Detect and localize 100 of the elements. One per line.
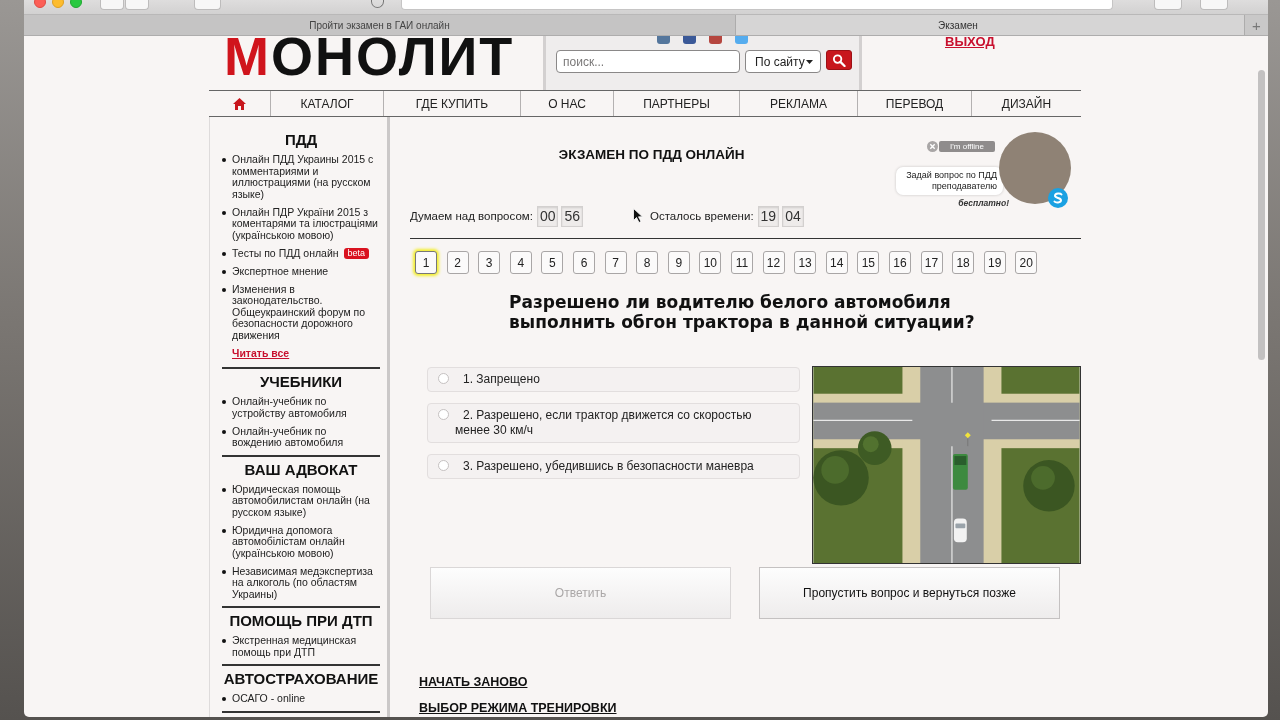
bullet-icon — [222, 528, 226, 533]
question-number-button[interactable]: 11 — [730, 251, 753, 274]
timer-label: Осталось времени: — [650, 210, 754, 222]
sidebar-link[interactable]: Онлайн-учебник по вождению автомобиля — [232, 425, 379, 449]
question-number-button[interactable]: 10 — [699, 251, 722, 274]
answer-option[interactable]: 2. Разрешено, если трактор движется со скоростью менее 30 км/ч — [427, 403, 800, 443]
caret-icon — [806, 59, 813, 64]
address-field[interactable] — [401, 0, 1113, 10]
scrollbar-thumb[interactable] — [1258, 70, 1265, 360]
question-number-button[interactable]: 1 — [415, 251, 437, 274]
bullet-icon — [222, 269, 226, 274]
skip-button[interactable]: Пропустить вопрос и вернуться позже — [759, 567, 1060, 619]
nav-link[interactable]: ПАРТНЕРЫ — [613, 91, 739, 116]
question-number-button[interactable]: 17 — [920, 251, 943, 274]
status-label: I'm offline — [939, 141, 995, 152]
question-number-button[interactable]: 9 — [667, 251, 690, 274]
read-all-link[interactable]: Читать все — [232, 347, 290, 359]
question-number-button[interactable]: 18 — [952, 251, 975, 274]
section-heading: ПДД — [283, 130, 319, 149]
section-heading: ВАШ АДВОКАТ — [243, 459, 359, 479]
close-icon[interactable] — [927, 141, 938, 152]
site-logo[interactable]: МОНОЛИТ — [224, 36, 515, 78]
sidebar-link[interactable]: Онлайн ПДР України 2015 з коментарями та ілюстраціями (українською мовою) — [232, 206, 379, 241]
question-number-button[interactable]: 19 — [983, 251, 1006, 274]
square-icon[interactable] — [657, 36, 670, 44]
radio-icon[interactable] — [438, 409, 449, 420]
tabs-button[interactable] — [1200, 0, 1228, 10]
radio-icon[interactable] — [438, 373, 449, 384]
free-note: бесплатно! — [958, 198, 1009, 208]
sidebar-link[interactable]: Изменения в законодательство. Общеукраинский форум по безопасности дорожного движения — [232, 283, 379, 341]
logout-link[interactable]: ВЫХОД — [945, 36, 995, 48]
question-number-button[interactable]: 3 — [478, 251, 501, 274]
timer-value: 04 — [782, 205, 804, 227]
bullet-icon — [222, 429, 226, 434]
sidebar-link[interactable]: Тесты по ПДД онлайн — [232, 247, 339, 259]
timer-value: 56 — [561, 205, 584, 227]
beta-badge: beta — [343, 247, 370, 259]
answer-option[interactable]: 1. Запрещено — [427, 367, 800, 392]
nav-link[interactable]: ДИЗАЙН — [971, 91, 1081, 116]
answer-option[interactable]: 3. Разрешено, убедившись в безопасности маневра — [427, 454, 800, 479]
radio-icon[interactable] — [438, 460, 449, 471]
browser-tab[interactable]: Экзамен — [736, 15, 1245, 35]
back-button[interactable] — [100, 0, 124, 10]
square-icon[interactable] — [709, 36, 722, 44]
exam-title: ЭКЗАМЕН ПО ПДД ОНЛАЙН — [557, 147, 746, 163]
tree — [1023, 460, 1075, 512]
nav-link[interactable]: ПЕРЕВОД — [857, 91, 971, 116]
nav-link[interactable]: КАТАЛОГ — [270, 91, 383, 116]
timer-label: Думаем над вопросом: — [410, 210, 533, 222]
bullet-icon — [222, 400, 226, 404]
restart-link[interactable]: НАЧАТЬ ЗАНОВО — [419, 675, 528, 689]
sidebar-link[interactable]: Онлайн ПДД Украины 2015 с комментариями и иллюстрациями (на русском языке) — [232, 154, 379, 200]
scope-dropdown[interactable]: По сайту — [745, 50, 821, 73]
bullet-icon — [222, 251, 226, 256]
square-icon[interactable] — [683, 36, 696, 44]
question-number-button[interactable]: 4 — [509, 251, 532, 274]
question-number-button[interactable]: 15 — [857, 251, 880, 274]
section-heading: АВТОСТРАХОВАНИЕ — [222, 669, 380, 688]
sidebar-link[interactable]: Юридична допомога автомобілістам онлайн (українською мовою) — [232, 524, 379, 559]
nav-link[interactable]: О НАС — [520, 91, 613, 116]
sidebar-link[interactable]: Экстренная медицинская помощь при ДТП — [232, 635, 379, 658]
question-number-button[interactable]: 12 — [762, 251, 785, 274]
question-number-button[interactable]: 7 — [604, 251, 627, 274]
chat-prompt[interactable]: Задай вопрос по ПДД преподавателю — [896, 167, 1003, 195]
sidebar-link[interactable]: Экспертное мнение — [232, 265, 329, 277]
browser-tab[interactable]: Пройти экзамен в ГАИ онлайн — [24, 15, 736, 35]
nav-link[interactable]: РЕКЛАМА — [739, 91, 857, 116]
square-icon[interactable] — [735, 36, 748, 44]
question-text: Разрешено ли водителю белого автомобиля выполнить обгон трактора в данной ситуации? — [509, 292, 976, 332]
search-button[interactable] — [826, 50, 852, 70]
question-number-button[interactable]: 14 — [825, 251, 848, 274]
timer-value: 19 — [757, 205, 780, 227]
share-button[interactable] — [1154, 0, 1182, 10]
question-number-button[interactable]: 5 — [541, 251, 564, 274]
forward-button[interactable] — [125, 0, 149, 10]
sidebar-link[interactable]: Онлайн-учебник по устройству автомобиля — [232, 396, 379, 419]
bullet-icon — [222, 639, 226, 643]
section-heading: УЧЕБНИКИ — [258, 372, 344, 391]
sign-icon — [964, 432, 971, 447]
bullet-icon — [222, 158, 226, 162]
mouse-pointer-icon — [633, 208, 643, 223]
search-icon — [832, 53, 846, 67]
search-field[interactable]: поиск... — [556, 50, 740, 73]
question-number-button[interactable]: 13 — [794, 251, 817, 274]
section-heading: ПОМОЩЬ ПРИ ДТП — [228, 611, 374, 630]
home-icon — [233, 97, 246, 110]
training-mode-link[interactable]: ВЫБОР РЕЖИМА ТРЕНИРОВКИ — [419, 701, 617, 715]
sidebar-button[interactable] — [194, 0, 221, 10]
bullet-icon — [222, 487, 226, 492]
sidebar-link[interactable]: Независимая медэкспертиза на алкоголь (по областям Украины) — [232, 565, 379, 600]
question-number-button[interactable]: 6 — [572, 251, 595, 274]
sidebar-link[interactable]: ОСАГО - online — [232, 693, 306, 705]
chat-app-icon[interactable] — [1048, 188, 1068, 208]
question-number-button[interactable]: 2 — [446, 251, 469, 274]
bullet-icon — [222, 287, 226, 292]
question-number-button[interactable]: 20 — [1015, 251, 1038, 274]
question-number-button[interactable]: 16 — [888, 251, 911, 274]
question-number-button[interactable]: 8 — [636, 251, 659, 274]
sidebar-link[interactable]: Юридическая помощь автомобилистам онлайн (на русском языке) — [232, 483, 379, 518]
nav-link[interactable]: ГДЕ КУПИТЬ — [383, 91, 520, 116]
